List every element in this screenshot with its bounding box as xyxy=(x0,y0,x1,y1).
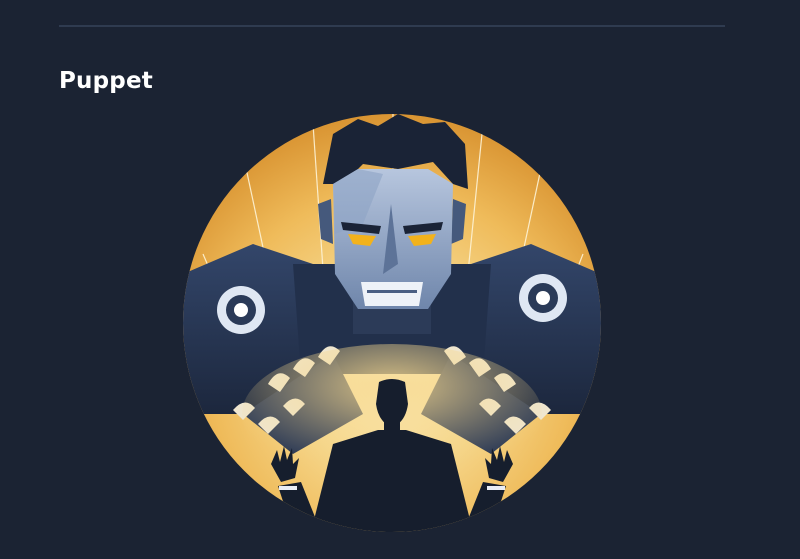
robot-puppeteer-illustration xyxy=(183,114,601,532)
page: Puppet xyxy=(0,0,800,559)
section-title: Puppet xyxy=(59,68,153,94)
section-divider xyxy=(59,25,725,27)
